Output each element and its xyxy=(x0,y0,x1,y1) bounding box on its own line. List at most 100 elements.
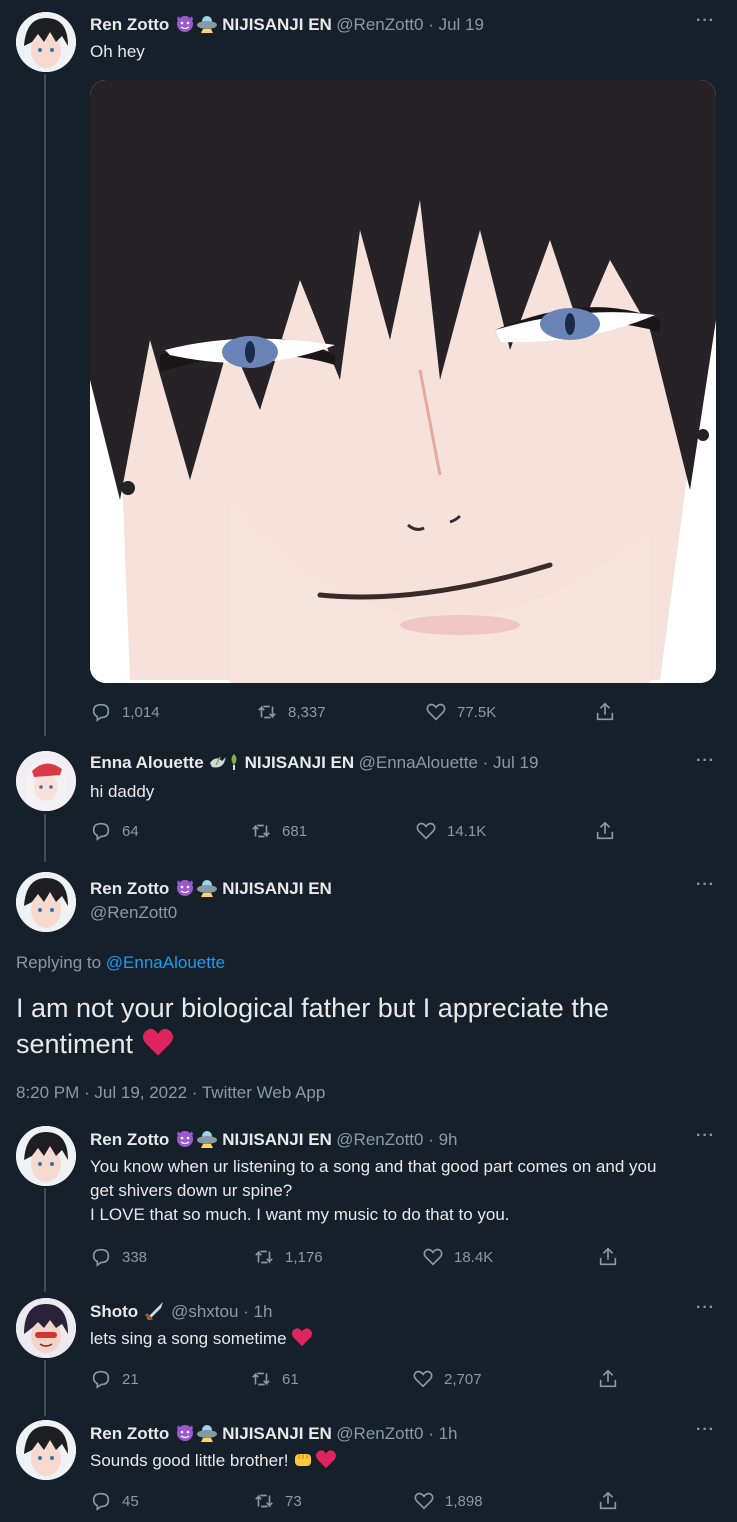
share-button[interactable] xyxy=(597,1490,619,1512)
red-heart-icon xyxy=(141,1027,175,1066)
like-button[interactable]: 18.4K xyxy=(422,1246,493,1268)
text-line: sentiment xyxy=(16,1029,134,1059)
text-line: get shivers down ur spine? xyxy=(90,1181,293,1200)
avatar[interactable] xyxy=(16,872,76,932)
more-icon[interactable]: ··· xyxy=(696,752,715,770)
tweet-actions: 338 1,176 18.4K xyxy=(90,1246,630,1268)
display-name[interactable]: Enna Alouette xyxy=(90,753,204,772)
more-icon[interactable]: ··· xyxy=(696,12,715,30)
like-button[interactable]: 2,707 xyxy=(412,1368,482,1390)
tweet-actions: 1,014 8,337 77.5K xyxy=(90,701,630,723)
retweet-count: 61 xyxy=(282,1370,299,1388)
handle-and-time[interactable]: @RenZott0 · Jul 19 xyxy=(336,15,484,34)
retweet-button[interactable]: 1,176 xyxy=(253,1246,323,1268)
like-icon xyxy=(413,1370,433,1388)
avatar[interactable] xyxy=(16,1298,76,1358)
thread-line xyxy=(44,814,46,862)
retweet-icon xyxy=(258,705,276,719)
retweet-icon xyxy=(252,824,270,838)
tweet-actions: 64 681 14.1K xyxy=(90,820,630,842)
more-icon[interactable]: ··· xyxy=(696,1299,715,1317)
devil-emoji-icon xyxy=(174,13,196,38)
share-icon xyxy=(599,1369,617,1388)
reply-button[interactable]: 1,014 xyxy=(90,701,160,723)
avatar[interactable] xyxy=(16,12,76,72)
share-icon xyxy=(596,702,614,721)
thread-line xyxy=(44,1188,46,1292)
like-count: 2,707 xyxy=(444,1370,482,1388)
text-line: I LOVE that so much. I want my music to … xyxy=(90,1205,510,1224)
thread-line xyxy=(44,1360,46,1416)
retweet-button[interactable]: 73 xyxy=(253,1490,302,1512)
replying-to-link[interactable]: @EnnaAlouette xyxy=(106,953,225,972)
text-line: You know when ur listening to a song and… xyxy=(90,1157,657,1176)
like-count: 18.4K xyxy=(454,1248,494,1266)
like-icon xyxy=(416,822,436,840)
replying-to-label: Replying to xyxy=(16,953,102,972)
thread-line xyxy=(44,74,46,736)
retweet-button[interactable]: 61 xyxy=(250,1368,299,1390)
reply-count: 1,014 xyxy=(122,703,160,721)
like-count: 1,898 xyxy=(445,1492,483,1510)
like-count: 77.5K xyxy=(457,703,497,721)
avatar[interactable] xyxy=(16,1126,76,1186)
reply-icon xyxy=(92,1492,110,1511)
like-button[interactable]: 1,898 xyxy=(413,1490,483,1512)
share-button[interactable] xyxy=(597,1246,619,1268)
text-line: I am not your biological father but I ap… xyxy=(16,993,609,1023)
ufo-emoji-icon xyxy=(196,1422,218,1447)
share-button[interactable] xyxy=(594,820,616,842)
display-name[interactable]: Shoto xyxy=(90,1302,138,1321)
more-icon[interactable]: ··· xyxy=(696,1421,715,1439)
tweet-text: hi daddy xyxy=(90,782,155,801)
avatar[interactable] xyxy=(16,1420,76,1480)
more-icon[interactable]: ··· xyxy=(696,1127,715,1145)
display-name[interactable]: Ren Zotto xyxy=(90,1424,169,1443)
retweet-icon xyxy=(252,1372,270,1386)
share-button[interactable] xyxy=(597,1368,619,1390)
handle-and-time[interactable]: @shxtou · 1h xyxy=(171,1302,272,1321)
devil-emoji-icon xyxy=(174,1422,196,1447)
group-badge: NIJISANJI EN xyxy=(244,753,355,772)
reply-button[interactable]: 21 xyxy=(90,1368,139,1390)
more-icon[interactable]: ··· xyxy=(696,876,715,894)
retweet-count: 681 xyxy=(282,822,308,840)
display-name[interactable]: Ren Zotto xyxy=(90,1130,169,1149)
avatar[interactable] xyxy=(16,751,76,811)
dagger-emoji-icon xyxy=(143,1300,167,1325)
like-button[interactable]: 14.1K xyxy=(415,820,486,842)
leaf-emoji-icon xyxy=(228,753,240,776)
share-button[interactable] xyxy=(594,701,616,723)
handle-and-time[interactable]: @EnnaAlouette · Jul 19 xyxy=(359,753,539,772)
handle-and-time[interactable]: @RenZott0 · 9h xyxy=(336,1130,457,1149)
reply-button[interactable]: 45 xyxy=(90,1490,139,1512)
reply-count: 45 xyxy=(122,1492,139,1510)
handle-and-time[interactable]: @RenZott0 · 1h xyxy=(336,1424,457,1443)
group-badge: NIJISANJI EN xyxy=(222,1130,332,1149)
tweet-meta[interactable]: 8:20 PM · Jul 19, 2022 · Twitter Web App xyxy=(16,1083,325,1103)
share-icon xyxy=(596,821,614,840)
tweet-actions: 21 61 2,707 xyxy=(90,1368,630,1390)
retweet-button[interactable]: 681 xyxy=(250,820,307,842)
red-heart-icon xyxy=(315,1449,337,1476)
handle[interactable]: @RenZott0 xyxy=(90,903,177,923)
fist-emoji-icon xyxy=(293,1449,315,1476)
display-name[interactable]: Ren Zotto xyxy=(90,15,169,34)
group-badge: NIJISANJI EN xyxy=(222,15,332,34)
retweet-button[interactable]: 8,337 xyxy=(256,701,326,723)
reply-button[interactable]: 338 xyxy=(90,1246,147,1268)
display-name[interactable]: Ren Zotto xyxy=(90,879,169,898)
like-button[interactable]: 77.5K xyxy=(425,701,496,723)
reply-button[interactable]: 64 xyxy=(90,820,139,842)
reply-icon xyxy=(92,1248,110,1267)
tweet-actions: 45 73 1,898 xyxy=(90,1490,630,1512)
tweet-image[interactable] xyxy=(90,80,716,683)
tweet-text: You know when ur listening to a song and… xyxy=(90,1155,722,1227)
group-badge: NIJISANJI EN xyxy=(222,879,332,898)
like-count: 14.1K xyxy=(447,822,487,840)
devil-emoji-icon xyxy=(174,1128,196,1153)
focused-tweet-text: I am not your biological father but I ap… xyxy=(16,990,716,1066)
share-icon xyxy=(599,1247,617,1266)
devil-emoji-icon xyxy=(174,877,196,902)
retweet-count: 73 xyxy=(285,1492,302,1510)
